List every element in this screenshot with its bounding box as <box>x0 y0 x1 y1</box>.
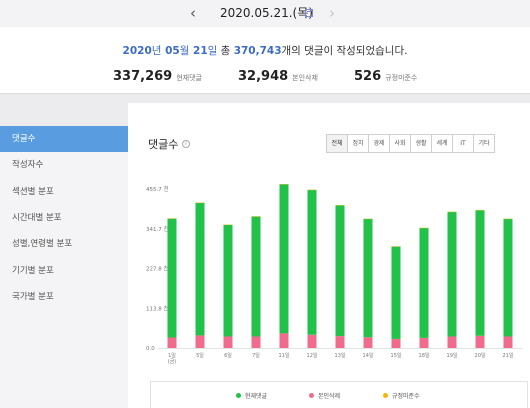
sidebar-item-section-distribution[interactable]: 섹션별 분포 <box>0 179 128 205</box>
chevron-right-icon[interactable]: › <box>329 4 335 22</box>
bar-segment <box>195 202 205 336</box>
legend-swatch <box>236 393 241 398</box>
bar-segment <box>279 184 289 334</box>
y-tick-label: 341.7 천 <box>146 225 169 233</box>
bar-segment <box>391 338 401 348</box>
bar-segment <box>363 218 373 338</box>
stat-deleted: 32,948 본인삭제 <box>238 67 318 86</box>
x-tick-label: 5일 <box>196 352 204 359</box>
y-tick-label: 455.7 천 <box>146 185 169 193</box>
summary-total: 370,743 <box>233 45 282 57</box>
x-tick-label: 12일 <box>307 352 318 359</box>
x-tick-label: 14일 <box>363 352 374 359</box>
current-date: 2020.05.21.(목) <box>220 6 313 20</box>
bar-segment <box>279 333 289 348</box>
bar-segment <box>223 224 233 337</box>
bar-segment <box>475 210 485 336</box>
bar-segment <box>475 335 485 348</box>
summary-year-unit: 년 <box>151 45 162 57</box>
stat-current: 337,269 현재댓글 <box>113 67 202 86</box>
x-tick-label: 6일 <box>224 352 232 359</box>
legend-item-deleted[interactable]: 본인삭제 <box>309 391 340 400</box>
x-tick-label: 13일 <box>335 352 346 359</box>
stat-value: 337,269 <box>113 69 173 84</box>
summary-panel: 2020년 05월 21일 총 370,743개의 댓글이 작성되었습니다. 3… <box>0 27 530 94</box>
x-tick-label: 18일 <box>419 352 430 359</box>
bar-segment <box>223 336 233 348</box>
summary-month-unit: 월 <box>179 45 190 57</box>
bar-segment <box>503 336 513 348</box>
legend-label: 규정미준수 <box>392 393 420 400</box>
legend-label: 본인삭제 <box>318 393 341 400</box>
summary-day: 21 <box>189 45 208 57</box>
stat-label: 본인삭제 <box>292 74 318 82</box>
sidebar-item-device-distribution[interactable]: 기기별 분포 <box>0 258 128 284</box>
x-tick-label: 20일 <box>475 352 486 359</box>
bar-segment <box>195 335 205 348</box>
comment-count-chart: 455.7 천 341.7 천 227.8 천 113.8 천 0.0 1일(금) 5일 6일… <box>146 184 522 365</box>
legend-label: 현재댓글 <box>245 393 268 400</box>
bar-segment <box>419 337 429 348</box>
chart-panel: 댓글수 i 전체 정치 경제 사회 생활 세계 IT 기타 455.7 천 341… <box>128 103 530 408</box>
y-tick-label: 113.8 천 <box>146 304 169 312</box>
y-tick-label: 227.8 천 <box>146 265 169 273</box>
stat-value: 526 <box>354 69 382 84</box>
x-tick-label: (금) <box>168 359 177 365</box>
sidebar-item-country-distribution[interactable]: 국가별 분포 <box>0 284 128 310</box>
legend-swatch <box>383 393 388 398</box>
x-tick-label: 15일 <box>391 352 402 359</box>
chart-legend: 현재댓글 본인삭제 규정미준수 <box>150 381 528 408</box>
calendar-icon[interactable] <box>305 9 313 17</box>
y-tick-label: 0.0 <box>146 346 155 352</box>
stat-label: 현재댓글 <box>176 74 202 82</box>
stat-label: 규정미준수 <box>385 74 418 82</box>
summary-sentence: 2020년 05월 21일 총 370,743개의 댓글이 작성되었습니다. <box>0 44 530 58</box>
sidebar-item-gender-age-distribution[interactable]: 성별,연령별 분포 <box>0 231 128 257</box>
x-tick-label: 11일 <box>279 352 290 359</box>
bar-segment <box>307 189 317 335</box>
date-navigation-bar: ‹ 2020.05.21.(목) › <box>0 0 530 27</box>
bar-segment <box>251 216 261 337</box>
x-tick-label: 19일 <box>447 352 458 359</box>
x-tick-label: 7일 <box>252 352 260 359</box>
x-tick-label: 1일 <box>168 352 176 359</box>
bar-segment <box>167 218 177 338</box>
bar-segment <box>391 246 401 339</box>
bar-segment <box>447 211 457 337</box>
legend-swatch <box>309 393 314 398</box>
legend-item-current[interactable]: 현재댓글 <box>236 391 267 400</box>
stat-value: 32,948 <box>238 69 289 84</box>
legend-item-violation[interactable]: 규정미준수 <box>383 391 420 400</box>
summary-suffix: 개의 댓글이 작성되었습니다. <box>281 45 408 57</box>
summary-month: 05 <box>161 45 180 57</box>
bar-segment <box>335 205 345 337</box>
bar-segment <box>363 337 373 348</box>
summary-total-prefix: 총 <box>217 45 234 57</box>
sidebar-item-author-count[interactable]: 작성자수 <box>0 152 128 178</box>
summary-day-unit: 일 <box>207 45 218 57</box>
stats-sidebar: 댓글수 작성자수 섹션별 분포 시간대별 분포 성별,연령별 분포 기기별 분포… <box>0 126 134 408</box>
x-tick-label: 21일 <box>503 352 514 359</box>
bar-segment <box>251 336 261 348</box>
summary-year: 2020 <box>122 45 152 57</box>
section-gap <box>0 95 530 103</box>
chevron-left-icon[interactable]: ‹ <box>190 4 196 22</box>
bar-segment <box>503 218 513 337</box>
sidebar-item-comment-count[interactable]: 댓글수 <box>0 126 134 152</box>
sidebar-item-hourly-distribution[interactable]: 시간대별 분포 <box>0 205 128 231</box>
bar-segment <box>167 337 177 348</box>
bar-segment <box>335 336 345 348</box>
stat-violation: 526 규정미준수 <box>354 67 417 86</box>
bar-segment <box>307 334 317 348</box>
bar-segment <box>447 336 457 348</box>
bar-segment <box>419 227 429 338</box>
